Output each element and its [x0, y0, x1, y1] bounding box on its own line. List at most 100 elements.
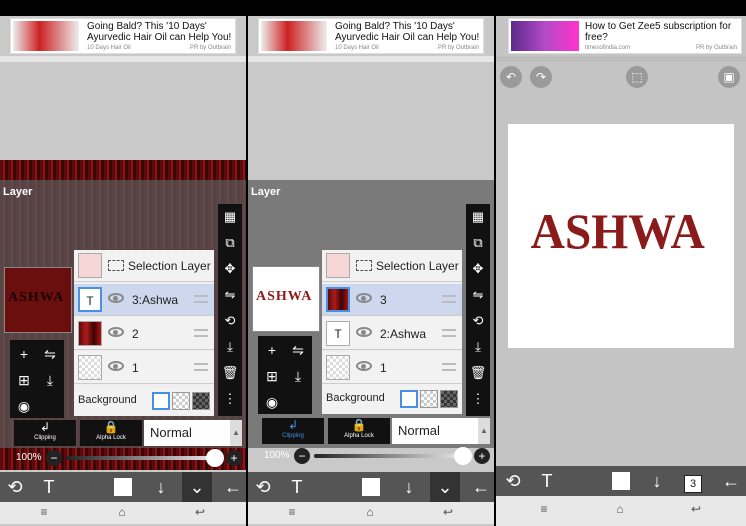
- merge-down-icon[interactable]: ⤓: [466, 334, 490, 360]
- transform-icon[interactable]: ⟲: [0, 472, 30, 502]
- drag-handle-icon[interactable]: [442, 363, 456, 371]
- rotate-icon[interactable]: ⟲: [218, 308, 242, 334]
- collapse-icon[interactable]: ⌄: [430, 472, 460, 502]
- alpha-lock-button[interactable]: 🔒 Alpha Lock: [328, 418, 390, 444]
- add-image-layer-button[interactable]: ⊞: [12, 368, 36, 392]
- move-icon[interactable]: ✥: [466, 256, 490, 282]
- down-arrow-icon[interactable]: ↓: [394, 472, 424, 502]
- layer-row-3[interactable]: T 3:Ashwa: [74, 284, 214, 316]
- blend-mode-select[interactable]: Normal ▲: [144, 420, 242, 446]
- visibility-eye-icon[interactable]: [108, 293, 124, 303]
- gallery-icon[interactable]: ▣: [718, 66, 740, 88]
- opacity-slider[interactable]: 100% − +: [16, 449, 242, 467]
- background-white-swatch[interactable]: [400, 390, 418, 408]
- text-tool-icon[interactable]: T: [34, 472, 64, 502]
- layer-row-1[interactable]: 1: [74, 352, 214, 384]
- layer-row-1[interactable]: 1: [322, 352, 462, 384]
- opacity-knob[interactable]: [206, 449, 224, 467]
- undo-icon[interactable]: ↶: [500, 66, 522, 88]
- text-tool-icon[interactable]: T: [282, 472, 312, 502]
- background-row[interactable]: Background: [74, 388, 214, 414]
- back-icon[interactable]: ↩: [190, 505, 210, 519]
- move-icon[interactable]: ✥: [218, 256, 242, 282]
- alpha-lock-button[interactable]: 🔒 Alpha Lock: [80, 420, 142, 446]
- checker-icon[interactable]: ▦: [218, 204, 242, 230]
- ad-banner[interactable]: Going Bald? This '10 Days' Ayurvedic Hai…: [10, 18, 236, 54]
- down-arrow-icon[interactable]: ↓: [146, 472, 176, 502]
- rotate-icon[interactable]: ⟲: [466, 308, 490, 334]
- background-dark-swatch[interactable]: [440, 390, 458, 408]
- opacity-track[interactable]: [314, 454, 466, 458]
- layers-button[interactable]: 3: [678, 466, 708, 496]
- menu-icon[interactable]: ≡: [282, 505, 302, 519]
- visibility-eye-icon[interactable]: [108, 361, 124, 371]
- trash-icon[interactable]: 🗑: [218, 360, 242, 386]
- back-icon[interactable]: ↩: [438, 505, 458, 519]
- background-transparent-swatch[interactable]: [172, 392, 190, 410]
- opacity-plus-button[interactable]: +: [226, 450, 242, 466]
- opacity-plus-button[interactable]: +: [474, 448, 490, 464]
- background-dark-swatch[interactable]: [192, 392, 210, 410]
- redo-icon[interactable]: ↷: [530, 66, 552, 88]
- ad-banner[interactable]: How to Get Zee5 subscription for free? t…: [508, 18, 742, 54]
- visibility-eye-icon[interactable]: [356, 361, 372, 371]
- layer-row-selection[interactable]: Selection Layer: [322, 250, 462, 282]
- canvas[interactable]: ASHWA: [508, 124, 734, 348]
- canvas-area[interactable]: [0, 62, 246, 160]
- trash-icon[interactable]: 🗑: [466, 360, 490, 386]
- layer-row-selection[interactable]: Selection Layer: [74, 250, 214, 282]
- flip-icon[interactable]: ⇋: [38, 342, 62, 366]
- layer-transform-icon[interactable]: ⧉: [218, 230, 242, 256]
- visibility-eye-icon[interactable]: [356, 327, 372, 337]
- transform-icon[interactable]: ⟲: [498, 466, 528, 496]
- color-swatch[interactable]: [612, 472, 630, 490]
- opacity-knob[interactable]: [454, 447, 472, 465]
- background-row[interactable]: Background: [322, 386, 462, 412]
- more-icon[interactable]: ⋮: [218, 386, 242, 412]
- layer-row-3[interactable]: 3: [322, 284, 462, 316]
- menu-icon[interactable]: ≡: [534, 502, 554, 516]
- color-swatch[interactable]: [362, 478, 380, 496]
- back-arrow-icon[interactable]: ←: [716, 466, 746, 496]
- drag-handle-icon[interactable]: [442, 329, 456, 337]
- flip-horizontal-icon[interactable]: ⇋: [218, 282, 242, 308]
- back-icon[interactable]: ↩: [686, 502, 706, 516]
- back-arrow-icon[interactable]: ←: [466, 472, 494, 502]
- background-white-swatch[interactable]: [152, 392, 170, 410]
- color-swatch[interactable]: [114, 478, 132, 496]
- merge-down-icon[interactable]: ⤓: [38, 368, 62, 392]
- home-icon[interactable]: ⌂: [112, 505, 132, 519]
- opacity-minus-button[interactable]: −: [46, 450, 62, 466]
- collapse-icon[interactable]: ⌄: [182, 472, 212, 502]
- home-icon[interactable]: ⌂: [610, 502, 630, 516]
- camera-icon[interactable]: ◉: [12, 394, 36, 418]
- transform-icon[interactable]: ⟲: [248, 472, 278, 502]
- drag-handle-icon[interactable]: [442, 295, 456, 303]
- camera-icon[interactable]: ◉: [260, 390, 284, 414]
- opacity-minus-button[interactable]: −: [294, 448, 310, 464]
- clipping-button[interactable]: ↲ Clipping: [262, 418, 324, 444]
- merge-down-icon[interactable]: ⤓: [218, 334, 242, 360]
- layer-row-2[interactable]: T 2:Ashwa: [322, 318, 462, 350]
- checker-icon[interactable]: ▦: [466, 204, 490, 230]
- add-layer-button[interactable]: +: [12, 342, 36, 366]
- drag-handle-icon[interactable]: [194, 329, 208, 337]
- layer-row-2[interactable]: 2: [74, 318, 214, 350]
- add-image-layer-button[interactable]: ⊞: [260, 364, 284, 388]
- selection-icon[interactable]: ⬚: [626, 66, 648, 88]
- back-arrow-icon[interactable]: ←: [218, 472, 246, 502]
- home-icon[interactable]: ⌂: [360, 505, 380, 519]
- drag-handle-icon[interactable]: [194, 363, 208, 371]
- ad-banner[interactable]: Going Bald? This '10 Days' Ayurvedic Hai…: [258, 18, 484, 54]
- more-icon[interactable]: ⋮: [466, 386, 490, 412]
- visibility-eye-icon[interactable]: [108, 327, 124, 337]
- flip-icon[interactable]: ⇋: [286, 338, 310, 362]
- layer-transform-icon[interactable]: ⧉: [466, 230, 490, 256]
- blend-mode-select[interactable]: Normal ▲: [392, 418, 490, 444]
- text-tool-icon[interactable]: T: [532, 466, 562, 496]
- visibility-eye-icon[interactable]: [356, 293, 372, 303]
- opacity-slider[interactable]: 100% − +: [264, 447, 490, 465]
- background-transparent-swatch[interactable]: [420, 390, 438, 408]
- flip-horizontal-icon[interactable]: ⇋: [466, 282, 490, 308]
- add-layer-button[interactable]: +: [260, 338, 284, 362]
